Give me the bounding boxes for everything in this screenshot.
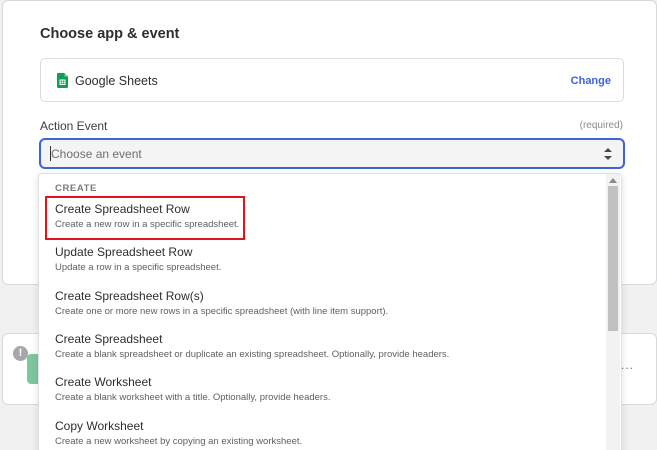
option-title: Create Spreadsheet Row(s) [55, 289, 204, 303]
select-arrows-icon [604, 148, 612, 160]
app-name: Google Sheets [75, 74, 158, 88]
option-description: Create one or more new rows in a specifi… [55, 306, 389, 317]
option-description: Create a blank worksheet with a title. O… [55, 392, 331, 403]
highlight-box [45, 196, 245, 240]
scrollbar-thumb[interactable] [608, 186, 618, 331]
option-description: Create a blank spreadsheet or duplicate … [55, 349, 450, 360]
option-create-spreadsheet[interactable]: Create Spreadsheet Create a blank spread… [39, 332, 605, 375]
selected-app-box: Google Sheets Change [40, 58, 624, 102]
card-title: Choose app & event [40, 26, 180, 42]
option-update-spreadsheet-row[interactable]: Update Spreadsheet Row Update a row in a… [39, 245, 605, 288]
event-dropdown: CREATE Create Spreadsheet Row Create a n… [38, 173, 622, 450]
more-options-icon[interactable]: ... [621, 358, 634, 372]
action-event-select[interactable]: Choose an event [39, 138, 625, 169]
option-description: Create a new worksheet by copying an exi… [55, 436, 303, 447]
option-description: Update a row in a specific spreadsheet. [55, 262, 222, 273]
action-event-placeholder: Choose an event [51, 147, 142, 161]
action-event-label: Action Event [40, 119, 108, 133]
option-title: Create Spreadsheet [55, 332, 163, 346]
group-header-create: CREATE [55, 183, 97, 194]
option-title: Create Worksheet [55, 375, 152, 389]
change-app-link[interactable]: Change [571, 75, 611, 87]
option-copy-worksheet[interactable]: Copy Worksheet Create a new worksheet by… [39, 419, 605, 450]
dropdown-scrollbar[interactable] [606, 174, 620, 450]
option-create-spreadsheet-rows[interactable]: Create Spreadsheet Row(s) Create one or … [39, 289, 605, 332]
required-label: (required) [579, 120, 623, 131]
warning-icon: ! [13, 346, 28, 361]
option-title: Copy Worksheet [55, 419, 144, 433]
option-create-worksheet[interactable]: Create Worksheet Create a blank workshee… [39, 375, 605, 418]
scroll-up-arrow-icon[interactable] [609, 178, 617, 183]
google-sheets-icon [57, 73, 68, 88]
option-title: Update Spreadsheet Row [55, 245, 193, 259]
